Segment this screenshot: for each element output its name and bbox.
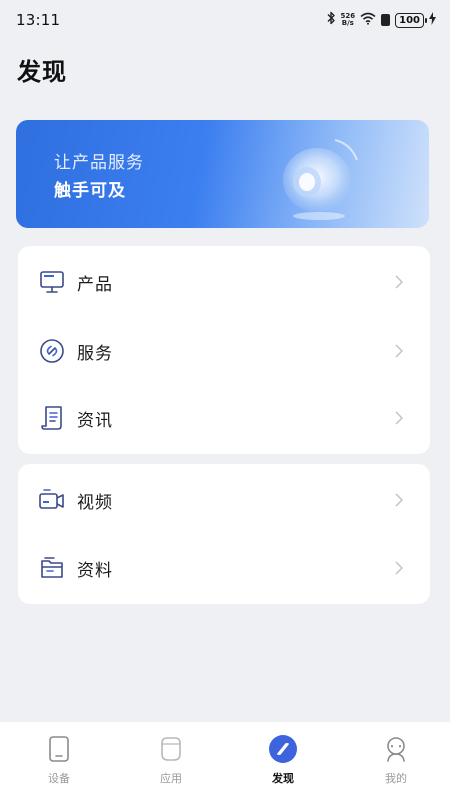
wifi-icon [360,11,376,29]
chevron-right-icon [395,411,404,425]
menu-item-products[interactable]: 产品 [18,248,430,316]
nav-tab-device[interactable]: 设备 [19,734,99,794]
menu-card-primary: 产品 服务 资讯 [18,246,430,454]
menu-item-label: 资料 [77,560,113,581]
chevron-right-icon [395,275,404,289]
menu-card-secondary: 视频 资料 [18,464,430,604]
glass-lens-icon [283,139,358,220]
nav-tab-apps[interactable]: 应用 [131,734,211,794]
bottom-nav: 设备 应用 发现 我的 [0,722,450,800]
menu-item-services[interactable]: 服务 [18,317,430,385]
folder-icon [38,554,66,582]
video-camera-icon [38,486,66,514]
menu-item-videos[interactable]: 视频 [18,466,430,534]
status-bar: 13:11 526 B/s 100 [0,0,450,40]
nav-tab-label: 设备 [48,772,70,785]
document-icon [38,404,66,432]
menu-item-label: 资讯 [77,410,113,431]
nav-tab-label: 我的 [385,772,407,785]
nav-tab-label: 应用 [160,772,182,785]
status-time: 13:11 [16,11,61,29]
phone-device-icon [44,734,74,764]
battery-icon: 100 [395,12,427,28]
menu-item-news[interactable]: 资讯 [18,384,430,452]
nav-tab-mine[interactable]: 我的 [356,734,436,794]
menu-item-label: 服务 [77,343,113,364]
status-indicators: 526 B/s 100 [326,11,436,29]
banner-title: 触手可及 [54,181,126,201]
network-speed: 526 B/s [340,12,356,27]
banner-subtitle: 让产品服务 [54,153,144,173]
menu-item-label: 视频 [77,492,113,513]
page-title: 发现 [17,58,67,86]
chevron-right-icon [395,561,404,575]
menu-item-label: 产品 [77,274,113,295]
user-icon [381,734,411,764]
menu-item-materials[interactable]: 资料 [18,534,430,602]
compass-icon [268,734,298,764]
charging-icon [429,11,436,29]
chevron-right-icon [395,493,404,507]
chevron-right-icon [395,344,404,358]
promo-banner[interactable]: 让产品服务 触手可及 [16,120,429,228]
bluetooth-icon [326,11,336,29]
nav-tab-discover[interactable]: 发现 [243,734,323,794]
sim-icon [381,14,391,26]
monitor-icon [38,268,66,296]
nav-tab-label: 发现 [272,772,294,785]
app-icon [156,734,186,764]
link-circle-icon [38,337,66,365]
